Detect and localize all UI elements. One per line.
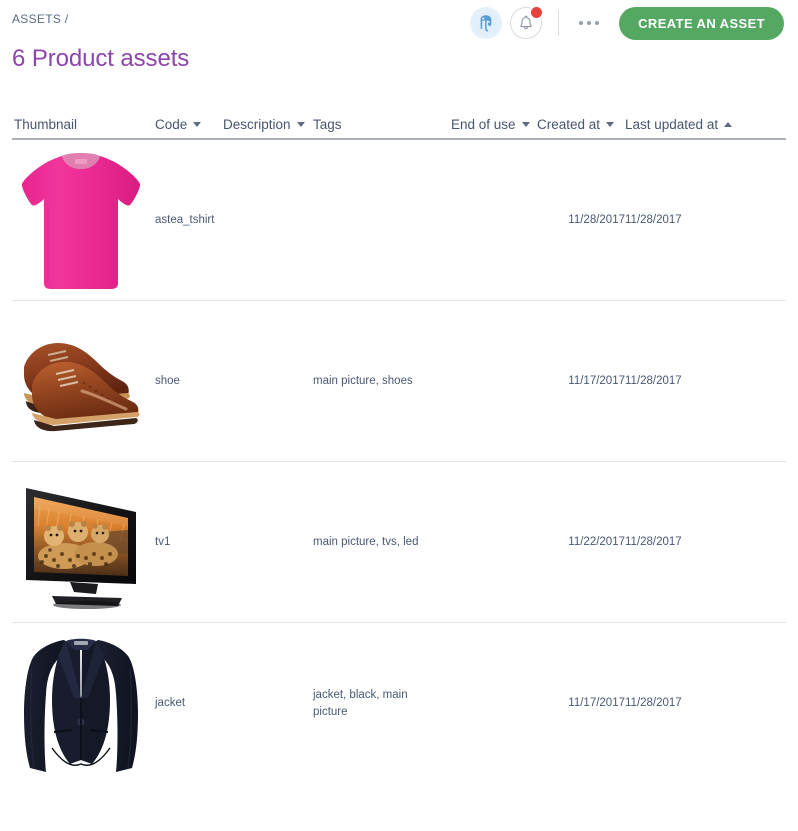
cell-last-updated-at: 11/28/2017 <box>625 697 682 709</box>
cell-last-updated-at: 11/28/2017 <box>625 213 682 226</box>
column-header-created-at[interactable]: Created at <box>537 117 625 132</box>
flat-screen-tv-cheetahs-thumbnail <box>26 488 136 609</box>
header-divider <box>558 10 560 36</box>
create-an-asset-button[interactable]: CREATE AN ASSET <box>619 6 784 40</box>
column-header-end-of-use-label: End of use <box>451 117 516 132</box>
cell-code: tv1 <box>155 535 171 548</box>
column-header-description[interactable]: Description <box>223 117 313 132</box>
chevron-down-icon <box>521 122 530 127</box>
cell-tags: main picture, tvs, led <box>313 535 419 548</box>
cell-thumbnail[interactable] <box>12 147 155 293</box>
cell-thumbnail[interactable] <box>12 469 155 615</box>
cell-last-updated-at: 11/28/2017 <box>625 535 682 548</box>
column-header-code-label: Code <box>155 117 188 132</box>
table-row[interactable]: jacket jacket, black, main picture 11/17… <box>12 623 786 784</box>
pink-tshirt-thumbnail <box>21 153 141 289</box>
cell-created-at: 11/17/2017 <box>568 374 625 387</box>
column-header-tags-label: Tags <box>313 117 342 132</box>
table-row[interactable]: tv1 main picture, tvs, led 11/22/2017 11… <box>12 462 786 623</box>
brown-leather-shoes-thumbnail <box>24 343 140 432</box>
cell-created-at: 11/17/2017 <box>568 697 625 709</box>
cell-created-at: 11/22/2017 <box>568 535 625 548</box>
page-title: 6 Product assets <box>12 45 190 72</box>
page-header: ASSETS / 6 Product assets CREATE AN ASSE… <box>0 0 798 108</box>
column-header-description-label: Description <box>223 117 291 132</box>
column-header-last-updated-at-label: Last updated at <box>625 117 719 132</box>
table-header-row: Thumbnail Code Description Tags End of u… <box>12 108 786 140</box>
chevron-down-icon <box>606 122 615 127</box>
cell-code: astea_tshirt <box>155 213 215 226</box>
column-header-code[interactable]: Code <box>155 117 223 132</box>
column-header-thumbnail: Thumbnail <box>12 117 155 132</box>
dot <box>587 21 592 25</box>
cell-code: shoe <box>155 374 180 387</box>
breadcrumb-link-assets[interactable]: ASSETS / <box>12 12 68 26</box>
column-header-thumbnail-label: Thumbnail <box>14 117 78 132</box>
column-header-tags: Tags <box>313 117 451 132</box>
cell-created-at: 11/28/2017 <box>568 213 625 226</box>
cell-thumbnail[interactable] <box>12 308 155 454</box>
chevron-down-icon <box>193 122 202 127</box>
cell-last-updated-at: 11/28/2017 <box>625 374 682 387</box>
chevron-up-icon <box>724 122 733 127</box>
dot <box>595 21 600 25</box>
column-header-created-at-label: Created at <box>537 117 601 132</box>
column-header-last-updated-at[interactable]: Last updated at <box>625 117 745 132</box>
dot <box>579 21 584 25</box>
navy-blazer-jacket-thumbnail <box>24 638 138 772</box>
table-row[interactable]: shoe main picture, shoes 11/17/2017 11/2… <box>12 301 786 462</box>
cell-thumbnail[interactable] <box>12 631 155 777</box>
table-row[interactable]: astea_tshirt 11/28/2017 11/28/2017 <box>12 140 786 301</box>
column-header-end-of-use[interactable]: End of use <box>451 117 537 132</box>
assets-table: Thumbnail Code Description Tags End of u… <box>0 108 798 784</box>
chevron-down-icon <box>296 122 305 127</box>
cell-tags: jacket, black, main picture <box>313 688 408 718</box>
notifications-button[interactable] <box>510 6 544 39</box>
cell-tags: main picture, shoes <box>313 374 413 387</box>
more-horizontal-icon[interactable] <box>573 13 605 33</box>
cell-code: jacket <box>155 697 186 709</box>
user-avatar-elephant-icon[interactable] <box>470 7 503 39</box>
header-actions: CREATE AN ASSET <box>470 6 784 40</box>
